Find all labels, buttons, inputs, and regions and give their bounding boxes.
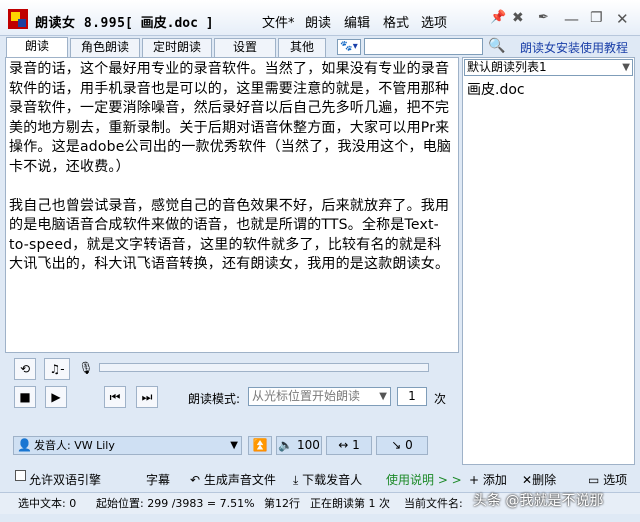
music-icon[interactable]: ♫- xyxy=(44,358,70,380)
playlist-panel: 默认朗读列表1 ▼ 画皮.doc xyxy=(462,57,635,465)
read-mode-label: 朗读模式: xyxy=(188,392,241,406)
editor-paragraph: 录音的话，这个最好用专业的录音软件。当然了，如果没有专业的录音软件的话，用手机录… xyxy=(9,61,452,175)
tab-timed-read[interactable]: 定时朗读 xyxy=(142,38,212,57)
pin-icon[interactable]: 📌 xyxy=(490,10,506,25)
previous-icon[interactable]: ⏮ xyxy=(104,386,126,408)
pitch-value: 0 xyxy=(405,438,413,452)
menu-options[interactable]: 选项 xyxy=(421,12,447,31)
search-engine-icon[interactable]: 🐾▾ xyxy=(337,39,361,55)
play-icon[interactable]: ▶ xyxy=(45,386,67,408)
options-button[interactable]: ▭ 选项 xyxy=(588,471,627,488)
delete-icon: ✕ xyxy=(522,473,533,487)
pitch-control[interactable]: ↘ 0 xyxy=(376,436,428,455)
chevron-down-icon: ▼ xyxy=(230,440,238,451)
stop-icon[interactable]: ■ xyxy=(14,386,36,408)
speed-icon: ↔ xyxy=(338,438,349,452)
delete-button[interactable]: ✕删除 xyxy=(522,471,556,488)
repeat-unit-label: 次 xyxy=(434,392,447,406)
skin-icon[interactable]: ✒ xyxy=(538,10,549,25)
download-voice-label: 下载发音人 xyxy=(302,473,363,487)
menu-format[interactable]: 格式 xyxy=(383,12,409,31)
volume-icon: 🔈 xyxy=(278,438,294,452)
minimize-icon[interactable]: — xyxy=(564,10,579,28)
speed-value: 1 xyxy=(352,438,360,452)
voice-settings-icon[interactable]: ⏫ xyxy=(248,436,272,455)
status-line: 第12行 xyxy=(264,497,300,510)
status-start-position: 起始位置: 299 /3983 = 7.51% xyxy=(96,497,255,510)
volume-control[interactable]: 🔈 100 xyxy=(276,436,322,455)
read-mode-select[interactable]: 从光标位置开始朗读 ▼ xyxy=(248,387,391,406)
microphone-icon[interactable]: 🎙 xyxy=(75,358,97,380)
add-button[interactable]: + 添加 xyxy=(469,471,507,488)
repeat-count-input[interactable]: 1 xyxy=(397,387,427,406)
menu-read[interactable]: 朗读 xyxy=(305,12,331,31)
usage-guide-link[interactable]: 使用说明 > > xyxy=(386,471,462,488)
tools-icon[interactable]: ✖ xyxy=(512,10,524,26)
person-icon: 👤 xyxy=(17,438,32,452)
options-label: 选项 xyxy=(603,473,628,487)
tab-settings[interactable]: 设置 xyxy=(214,38,276,57)
download-voice-button[interactable]: ⤓ 下载发音人 xyxy=(293,471,362,488)
status-filename: 当前文件名: xyxy=(404,497,463,510)
speed-control[interactable]: ↔ 1 xyxy=(326,436,372,455)
chevron-down-icon: ▼ xyxy=(622,62,630,73)
volume-value: 100 xyxy=(296,438,320,452)
tab-read[interactable]: 朗读 xyxy=(6,37,68,58)
pitch-icon: ↘ xyxy=(391,438,402,452)
tab-other[interactable]: 其他 xyxy=(278,38,326,57)
bilingual-label: 允许双语引擎 xyxy=(29,473,102,487)
search-input[interactable] xyxy=(364,38,483,55)
help-link[interactable]: 朗读女安装使用教程 xyxy=(520,39,628,56)
menu-edit[interactable]: 编辑 xyxy=(344,12,370,31)
progress-bar[interactable] xyxy=(99,363,429,372)
chevron-down-icon: ▼ xyxy=(379,391,387,402)
app-logo-icon xyxy=(8,9,28,29)
status-reading: 正在朗读第 1 次 xyxy=(310,497,390,510)
read-mode-value: 从光标位置开始朗读 xyxy=(252,389,361,403)
status-selected: 选中文本: 0 xyxy=(18,497,77,510)
generate-audio-label: 生成声音文件 xyxy=(203,473,276,487)
watermark: 头条 @我就是不说那 xyxy=(473,493,604,509)
generate-audio-button[interactable]: ↶ 生成声音文件 xyxy=(190,471,276,488)
download-icon: ⤓ xyxy=(293,473,303,487)
playlist-item[interactable]: 画皮.doc xyxy=(467,79,525,99)
close-icon[interactable]: ✕ xyxy=(616,10,629,28)
voice-label: 发音人: VW Lily xyxy=(34,439,115,452)
document-name: [ 画皮.doc ] xyxy=(125,16,214,31)
playlist-select-value: 默认朗读列表1 xyxy=(467,60,547,74)
menu-file[interactable]: 文件* xyxy=(262,12,295,31)
title-bar: 朗读女 8.995 [ 画皮.doc ] 文件* 朗读 编辑 格式 选项 📌 ✖… xyxy=(0,0,640,36)
app-title: 朗读女 8.995 xyxy=(35,16,126,31)
options-icon: ▭ xyxy=(588,473,604,487)
tab-role-read[interactable]: 角色朗读 xyxy=(70,38,140,57)
subtitle-button[interactable]: 字幕 xyxy=(146,471,170,488)
delete-label: 删除 xyxy=(532,473,557,487)
search-icon[interactable]: 🔍 xyxy=(488,38,505,54)
playlist-select[interactable]: 默认朗读列表1 ▼ xyxy=(464,59,633,76)
undo-icon: ↶ xyxy=(190,473,204,487)
maximize-icon[interactable]: ❐ xyxy=(590,10,603,26)
bilingual-checkbox[interactable] xyxy=(15,470,26,481)
text-editor[interactable]: 录音的话，这个最好用专业的录音软件。当然了，如果没有专业的录音软件的话，用手机录… xyxy=(5,57,459,353)
voice-select[interactable]: 👤 发音人: VW Lily ▼ xyxy=(13,436,242,455)
next-icon[interactable]: ⏭ xyxy=(136,386,158,408)
loop-icon[interactable]: ⟲ xyxy=(14,358,36,380)
editor-paragraph: 我自己也曾尝试录音，感觉自己的音色效果不好，后来就放弃了。我用的是电脑语音合成软… xyxy=(9,197,450,273)
